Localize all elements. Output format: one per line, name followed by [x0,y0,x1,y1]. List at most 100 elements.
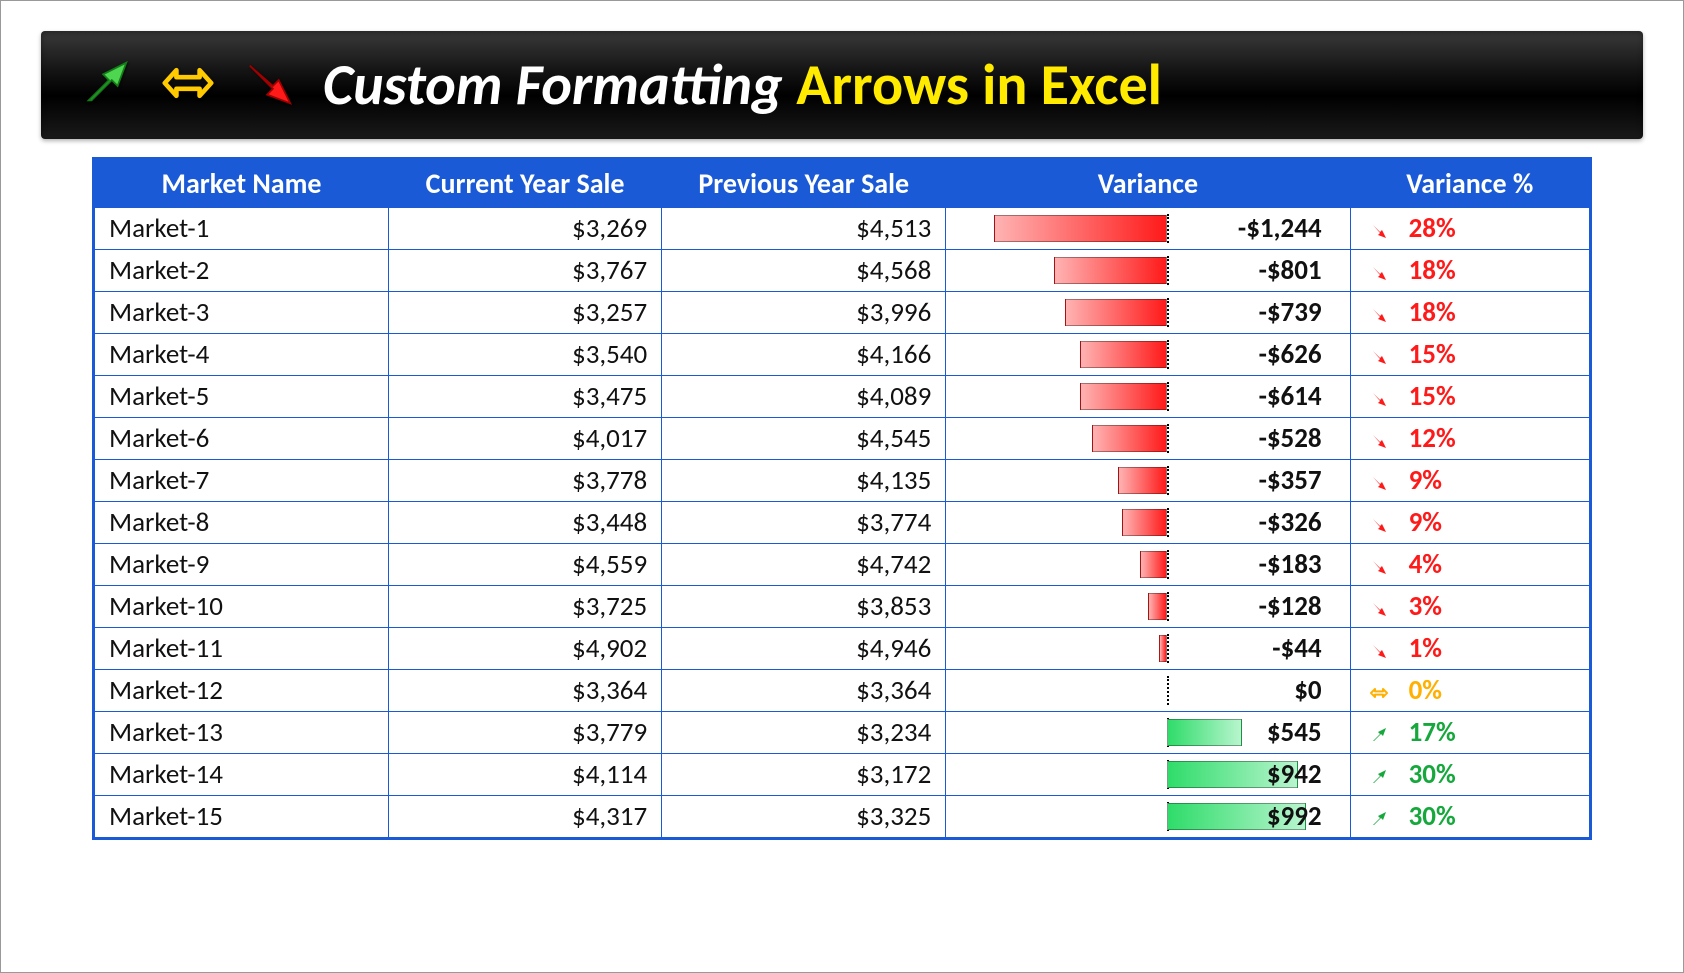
databar-axis [1167,298,1169,327]
cell-variance-pct: 18% [1350,250,1590,292]
document-frame: Custom Formatting Arrows in Excel Market… [0,0,1684,973]
variance-pct-value: 15% [1409,338,1456,371]
col-header-current: Current Year Sale [389,159,662,208]
databar [1140,551,1166,578]
cell-variance-pct: 15% [1350,334,1590,376]
table-row: Market-9$4,559$4,742-$1834% [94,544,1591,586]
title-banner: Custom Formatting Arrows in Excel [41,31,1643,139]
arrow-up-icon [1365,767,1393,787]
variance-pct-value: 1% [1409,632,1442,665]
cell-variance: -$44 [946,628,1350,670]
banner-title-yellow: Arrows in Excel [796,49,1162,120]
databar [1159,635,1167,662]
cell-current: $3,778 [389,460,662,502]
cell-previous: $4,742 [662,544,946,586]
cell-current: $4,559 [389,544,662,586]
table-header: Market Name Current Year Sale Previous Y… [94,159,1591,208]
cell-market: Market-7 [94,460,389,502]
cell-current: $3,364 [389,670,662,712]
variance-value: -$357 [1259,464,1322,497]
databar-axis [1167,214,1169,243]
cell-variance-pct: 30% [1350,754,1590,796]
arrow-down-icon [1365,431,1393,451]
variance-value: $0 [1294,674,1321,707]
variance-pct-value: 0% [1409,674,1442,707]
cell-market: Market-15 [94,796,389,839]
databar [1118,467,1167,494]
cell-market: Market-4 [94,334,389,376]
cell-variance-pct: 9% [1350,502,1590,544]
table-row: Market-10$3,725$3,853-$1283% [94,586,1591,628]
variance-value: -$739 [1259,296,1322,329]
cell-variance: -$626 [946,334,1350,376]
cell-previous: $4,513 [662,208,946,250]
variance-pct-value: 3% [1409,590,1442,623]
variance-value: -$183 [1259,548,1322,581]
cell-current: $4,317 [389,796,662,839]
databar-axis [1167,508,1169,537]
cell-current: $3,448 [389,502,662,544]
databar [1148,593,1167,620]
cell-previous: $4,135 [662,460,946,502]
databar-axis [1167,592,1169,621]
databar-axis [1167,634,1169,663]
cell-current: $3,475 [389,376,662,418]
arrow-down-icon [1365,347,1393,367]
databar-axis [1167,340,1169,369]
variance-pct-value: 4% [1409,548,1442,581]
databar [1080,341,1166,368]
variance-value: -$1,244 [1238,212,1322,245]
cell-market: Market-6 [94,418,389,460]
arrow-flat-icon [1365,683,1393,703]
cell-variance: -$739 [946,292,1350,334]
cell-previous: $3,234 [662,712,946,754]
arrow-down-icon [1365,389,1393,409]
col-header-previous: Previous Year Sale [662,159,946,208]
cell-variance-pct: 3% [1350,586,1590,628]
cell-market: Market-1 [94,208,389,250]
databar [1092,425,1167,452]
variance-pct-value: 18% [1409,254,1456,287]
variance-value: $942 [1267,758,1322,791]
banner-title: Custom Formatting Arrows in Excel [323,56,1162,114]
table-row: Market-5$3,475$4,089-$61415% [94,376,1591,418]
cell-variance: -$326 [946,502,1350,544]
arrow-down-icon [1365,263,1393,283]
cell-market: Market-8 [94,502,389,544]
variance-value: -$326 [1259,506,1322,539]
arrow-down-icon [1365,473,1393,493]
databar [1065,299,1166,326]
variance-value: -$528 [1259,422,1322,455]
cell-variance-pct: 0% [1350,670,1590,712]
table-row: Market-15$4,317$3,325$99230% [94,796,1591,839]
cell-variance-pct: 1% [1350,628,1590,670]
variance-value: -$44 [1272,632,1321,665]
cell-previous: $4,568 [662,250,946,292]
arrow-down-icon [1365,221,1393,241]
cell-market: Market-10 [94,586,389,628]
cell-current: $3,540 [389,334,662,376]
variance-pct-value: 15% [1409,380,1456,413]
table-row: Market-14$4,114$3,172$94230% [94,754,1591,796]
databar [1122,509,1167,536]
cell-market: Market-14 [94,754,389,796]
cell-market: Market-12 [94,670,389,712]
table-row: Market-11$4,902$4,946-$441% [94,628,1591,670]
variance-pct-value: 18% [1409,296,1456,329]
cell-current: $4,114 [389,754,662,796]
cell-current: $4,902 [389,628,662,670]
arrow-flat-icon [159,54,217,117]
table-row: Market-8$3,448$3,774-$3269% [94,502,1591,544]
cell-current: $3,257 [389,292,662,334]
col-header-market: Market Name [94,159,389,208]
variance-pct-value: 12% [1409,422,1456,455]
databar-axis [1167,256,1169,285]
cell-market: Market-2 [94,250,389,292]
cell-previous: $3,996 [662,292,946,334]
cell-variance-pct: 9% [1350,460,1590,502]
table-row: Market-7$3,778$4,135 -$357 9% [94,460,1591,502]
databar-axis [1167,466,1169,495]
arrow-up-icon [1365,725,1393,745]
databar-axis [1167,676,1169,705]
table-row: Market-12$3,364$3,364$00% [94,670,1591,712]
